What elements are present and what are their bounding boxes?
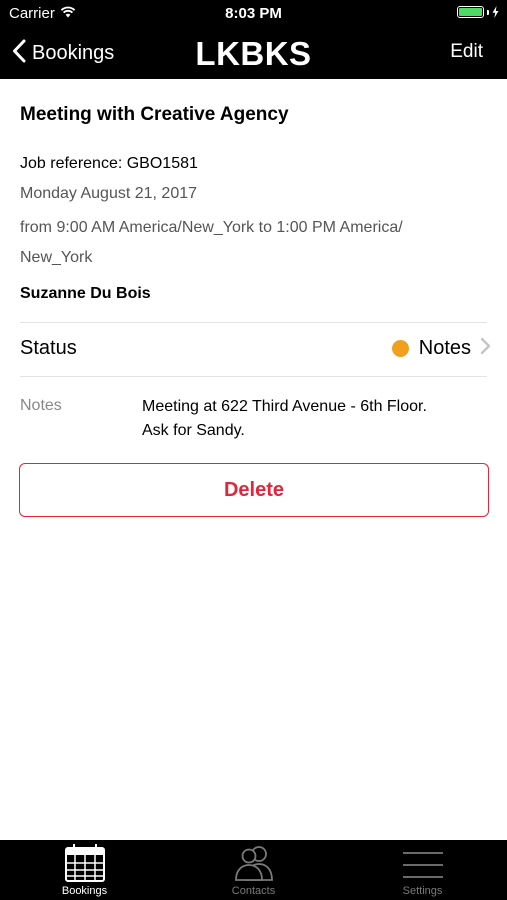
tab-label: Contacts — [231, 885, 276, 897]
tab-settings[interactable]: Settings — [338, 840, 507, 900]
booking-detail-screen: Carrier 8:03 PM Bookings LKBKS Edit Meet… — [0, 0, 507, 900]
back-label: Bookings — [32, 41, 115, 64]
divider — [20, 376, 487, 377]
tab-bookings[interactable]: Bookings — [0, 840, 169, 900]
job-reference: Job reference: GBO1581 — [20, 155, 198, 172]
tab-label: Bookings — [61, 885, 108, 897]
battery-fill — [459, 8, 482, 16]
top-bar: Carrier 8:03 PM Bookings LKBKS Edit — [0, 0, 507, 79]
clock: 8:03 PM — [225, 5, 282, 22]
battery-icon — [457, 6, 499, 18]
notes-text: Meeting at 622 Third Avenue - 6th Floor.… — [142, 398, 435, 439]
tab-label: Settings — [402, 885, 443, 897]
status-label: Status — [20, 337, 77, 359]
status-value: Notes — [418, 337, 471, 359]
booking-time-range: from 9:00 AM America/New_York to 1:00 PM… — [20, 219, 403, 266]
edit-button[interactable]: Edit — [450, 41, 483, 63]
back-button[interactable]: Bookings — [12, 37, 114, 69]
chevron-left-icon — [12, 39, 26, 68]
booking-title: Meeting with Creative Agency — [20, 104, 289, 125]
chevron-right-icon — [479, 337, 491, 360]
contacts-icon — [232, 843, 276, 883]
delete-button[interactable]: Delete — [19, 463, 489, 517]
navigation-bar: Bookings LKBKS Edit — [0, 28, 507, 79]
calendar-icon — [64, 843, 106, 883]
tab-bar: Bookings Contacts Settings — [0, 840, 507, 900]
contact-name: Suzanne Du Bois — [20, 285, 151, 302]
status-indicator-dot — [391, 340, 409, 357]
status-value-group: Notes — [391, 337, 491, 360]
tab-contacts[interactable]: Contacts — [169, 840, 338, 900]
settings-icon — [401, 843, 445, 883]
charging-bolt-icon — [492, 6, 499, 18]
status-bar: Carrier 8:03 PM — [0, 0, 507, 28]
notes-label: Notes — [20, 397, 62, 414]
booking-date: Monday August 21, 2017 — [20, 185, 198, 202]
status-row[interactable]: Status Notes — [0, 323, 507, 375]
